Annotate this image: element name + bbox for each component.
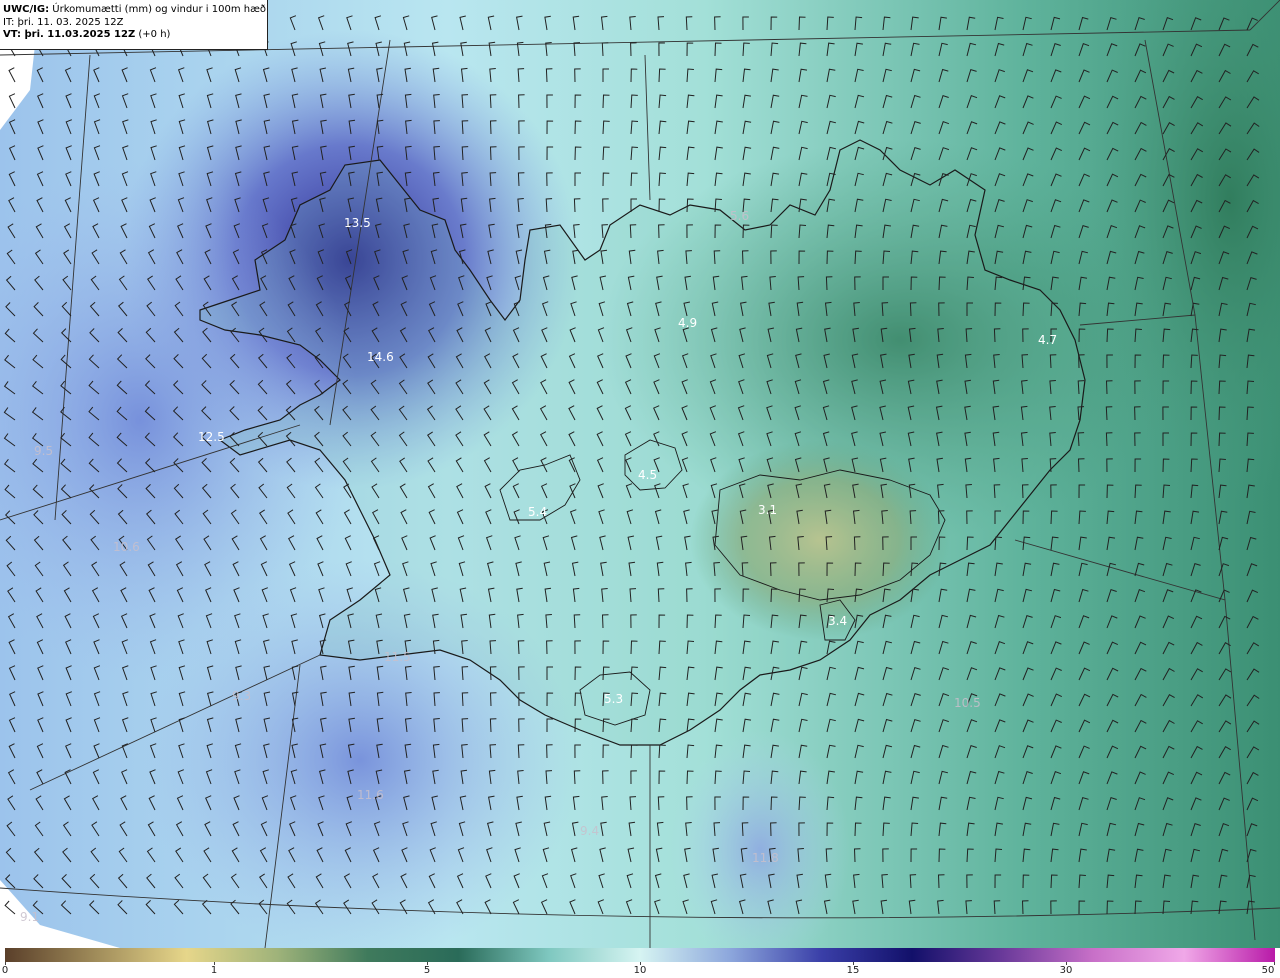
map-title-box: UWC/IG: Úrkomumætti (mm) og vindur i 100… — [0, 0, 268, 50]
colorbar-tick-label: 50 — [1261, 965, 1275, 976]
colorbar-tick-label: 1 — [210, 965, 218, 976]
colorbar-strip — [5, 948, 1275, 962]
parameter-label: Úrkomumætti (mm) og vindur i 100m hæð — [49, 4, 267, 15]
map-value-label: 5.3 — [604, 692, 623, 706]
map-value-label: 9.1 — [20, 910, 39, 924]
map-title: UWC/IG: Úrkomumætti (mm) og vindur i 100… — [3, 4, 267, 17]
map-value-label: 9.4 — [580, 824, 599, 838]
map-value-label: 4.9 — [678, 316, 697, 330]
valid-time: VT: þri. 11.03.2025 12Z (+0 h) — [3, 29, 267, 42]
map-value-label: 5.4 — [528, 505, 547, 519]
map-value-label: 11.5 — [384, 650, 411, 664]
map-value-label: 3.1 — [758, 503, 777, 517]
map-value-label: 3.4 — [828, 614, 847, 628]
colorbar-tick-label: 0 — [1, 965, 9, 976]
map-value-label: 13.5 — [344, 216, 371, 230]
colorbar-tick-label: 30 — [1059, 965, 1073, 976]
model-label: UWC/IG: — [3, 4, 50, 15]
map-value-label: 12.5 — [198, 430, 225, 444]
precipitation-wind-map: 13.5 14.6 12.5 9.5 10.6 11.5 9.3 11.6 9.… — [0, 0, 1280, 948]
colorbar: 0 1 5 10 15 30 50 — [0, 948, 1280, 978]
map-value-label: 11.8 — [752, 851, 779, 865]
map-value-label: 4.7 — [1038, 333, 1057, 347]
lead-time: (+0 h) — [135, 29, 171, 40]
init-time: IT: þri. 11. 03. 2025 12Z — [3, 16, 124, 28]
map-value-label: 11.6 — [357, 788, 384, 802]
colorbar-tick-label: 15 — [846, 965, 860, 976]
map-value-label: 5.6 — [730, 209, 749, 223]
map-value-label: 4.5 — [638, 468, 657, 482]
colorbar-tick-label: 5 — [423, 965, 431, 976]
valid-time-value: VT: þri. 11.03.2025 12Z — [3, 29, 136, 40]
map-value-label: 9.5 — [34, 444, 53, 458]
map-value-label: 10.6 — [113, 540, 140, 554]
map-value-label: 9.3 — [232, 689, 251, 703]
map-value-label: 14.6 — [367, 350, 394, 364]
colorbar-tick-label: 10 — [633, 965, 647, 976]
map-value-label: 10.5 — [954, 696, 981, 710]
